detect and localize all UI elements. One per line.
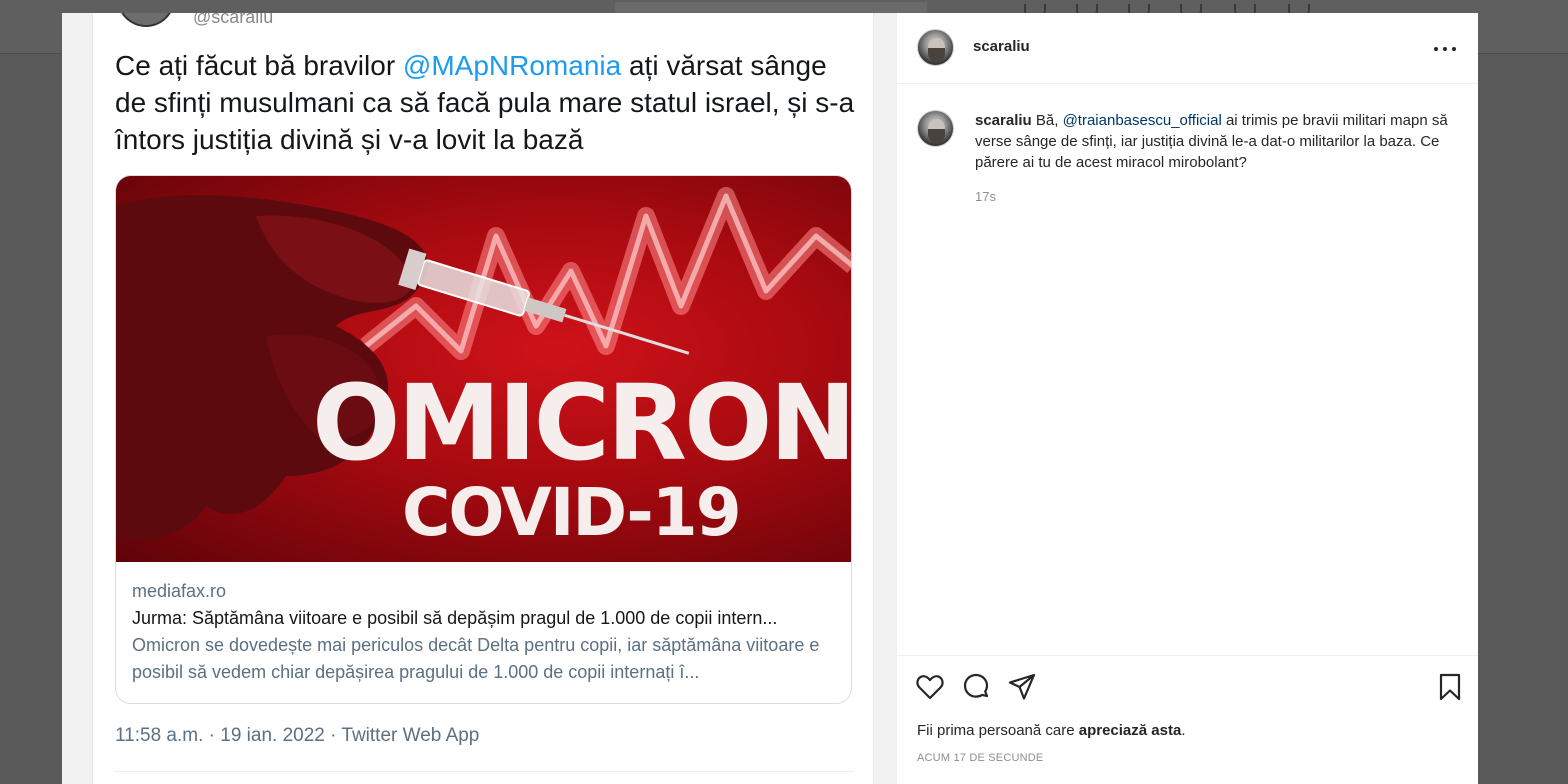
- post-timestamp[interactable]: ACUM 17 DE SECUNDE: [917, 752, 1043, 764]
- tweet-avatar: [117, 13, 175, 27]
- caption-mention[interactable]: @traianbasescu_official: [1063, 112, 1222, 129]
- author-avatar[interactable]: [917, 29, 954, 66]
- heart-icon[interactable]: [915, 672, 945, 702]
- link-card: OMICRON COVID-19 mediafax.ro Jurma: Săpt…: [115, 175, 852, 704]
- post-panel: scaraliu scaraliu Bă, @traianbasescu_off…: [896, 13, 1478, 784]
- likes-summary: Fii prima persoană care apreciază asta.: [917, 722, 1185, 739]
- post-header: scaraliu: [897, 13, 1478, 84]
- caption-timestamp[interactable]: 17s: [975, 189, 996, 204]
- tweet-text: Ce ați făcut bă bravilor @MApNRomania aț…: [115, 47, 855, 158]
- post-media: @scaraliu Ce ați făcut bă bravilor @MApN…: [62, 13, 896, 784]
- author-username[interactable]: scaraliu: [973, 38, 1030, 55]
- card-description: Omicron se dovedește mai periculos decât…: [132, 635, 820, 682]
- card-domain: mediafax.ro: [132, 581, 227, 601]
- likes-link[interactable]: apreciază asta: [1079, 722, 1182, 739]
- action-bar: Fii prima persoană care apreciază asta. …: [897, 655, 1478, 784]
- tweet-divider: [115, 771, 853, 772]
- card-image: OMICRON COVID-19: [116, 176, 852, 562]
- comment-avatar[interactable]: [917, 110, 954, 147]
- tweet-text-before: Ce ați făcut bă bravilor: [115, 50, 403, 81]
- card-body: mediafax.ro Jurma: Săptămâna viitoare e …: [116, 562, 851, 686]
- tweet-screenshot: @scaraliu Ce ați făcut bă bravilor @MApN…: [92, 13, 874, 784]
- likes-prefix: Fii prima persoană care: [917, 722, 1079, 739]
- card-image-title: OMICRON: [312, 362, 852, 484]
- share-icon[interactable]: [1007, 672, 1037, 702]
- caption-text: scaraliu Bă, @traianbasescu_official ai …: [975, 110, 1461, 173]
- tweet-handle: @scaraliu: [193, 13, 274, 27]
- tweet-meta: 11:58 a.m. · 19 ian. 2022 · Twitter Web …: [115, 725, 480, 746]
- card-image-subtitle: COVID-19: [402, 474, 742, 551]
- caption-text-before: Bă,: [1031, 112, 1063, 129]
- post-modal: @scaraliu Ce ați făcut bă bravilor @MApN…: [62, 13, 1478, 784]
- card-title: Jurma: Săptămâna viitoare e posibil să d…: [132, 608, 778, 628]
- likes-suffix: .: [1181, 722, 1186, 739]
- more-options-icon[interactable]: [1434, 39, 1456, 59]
- bookmark-icon[interactable]: [1435, 672, 1465, 702]
- comment-icon[interactable]: [961, 672, 991, 702]
- caption-username[interactable]: scaraliu: [975, 112, 1032, 129]
- tweet-mention: @MApNRomania: [402, 50, 622, 81]
